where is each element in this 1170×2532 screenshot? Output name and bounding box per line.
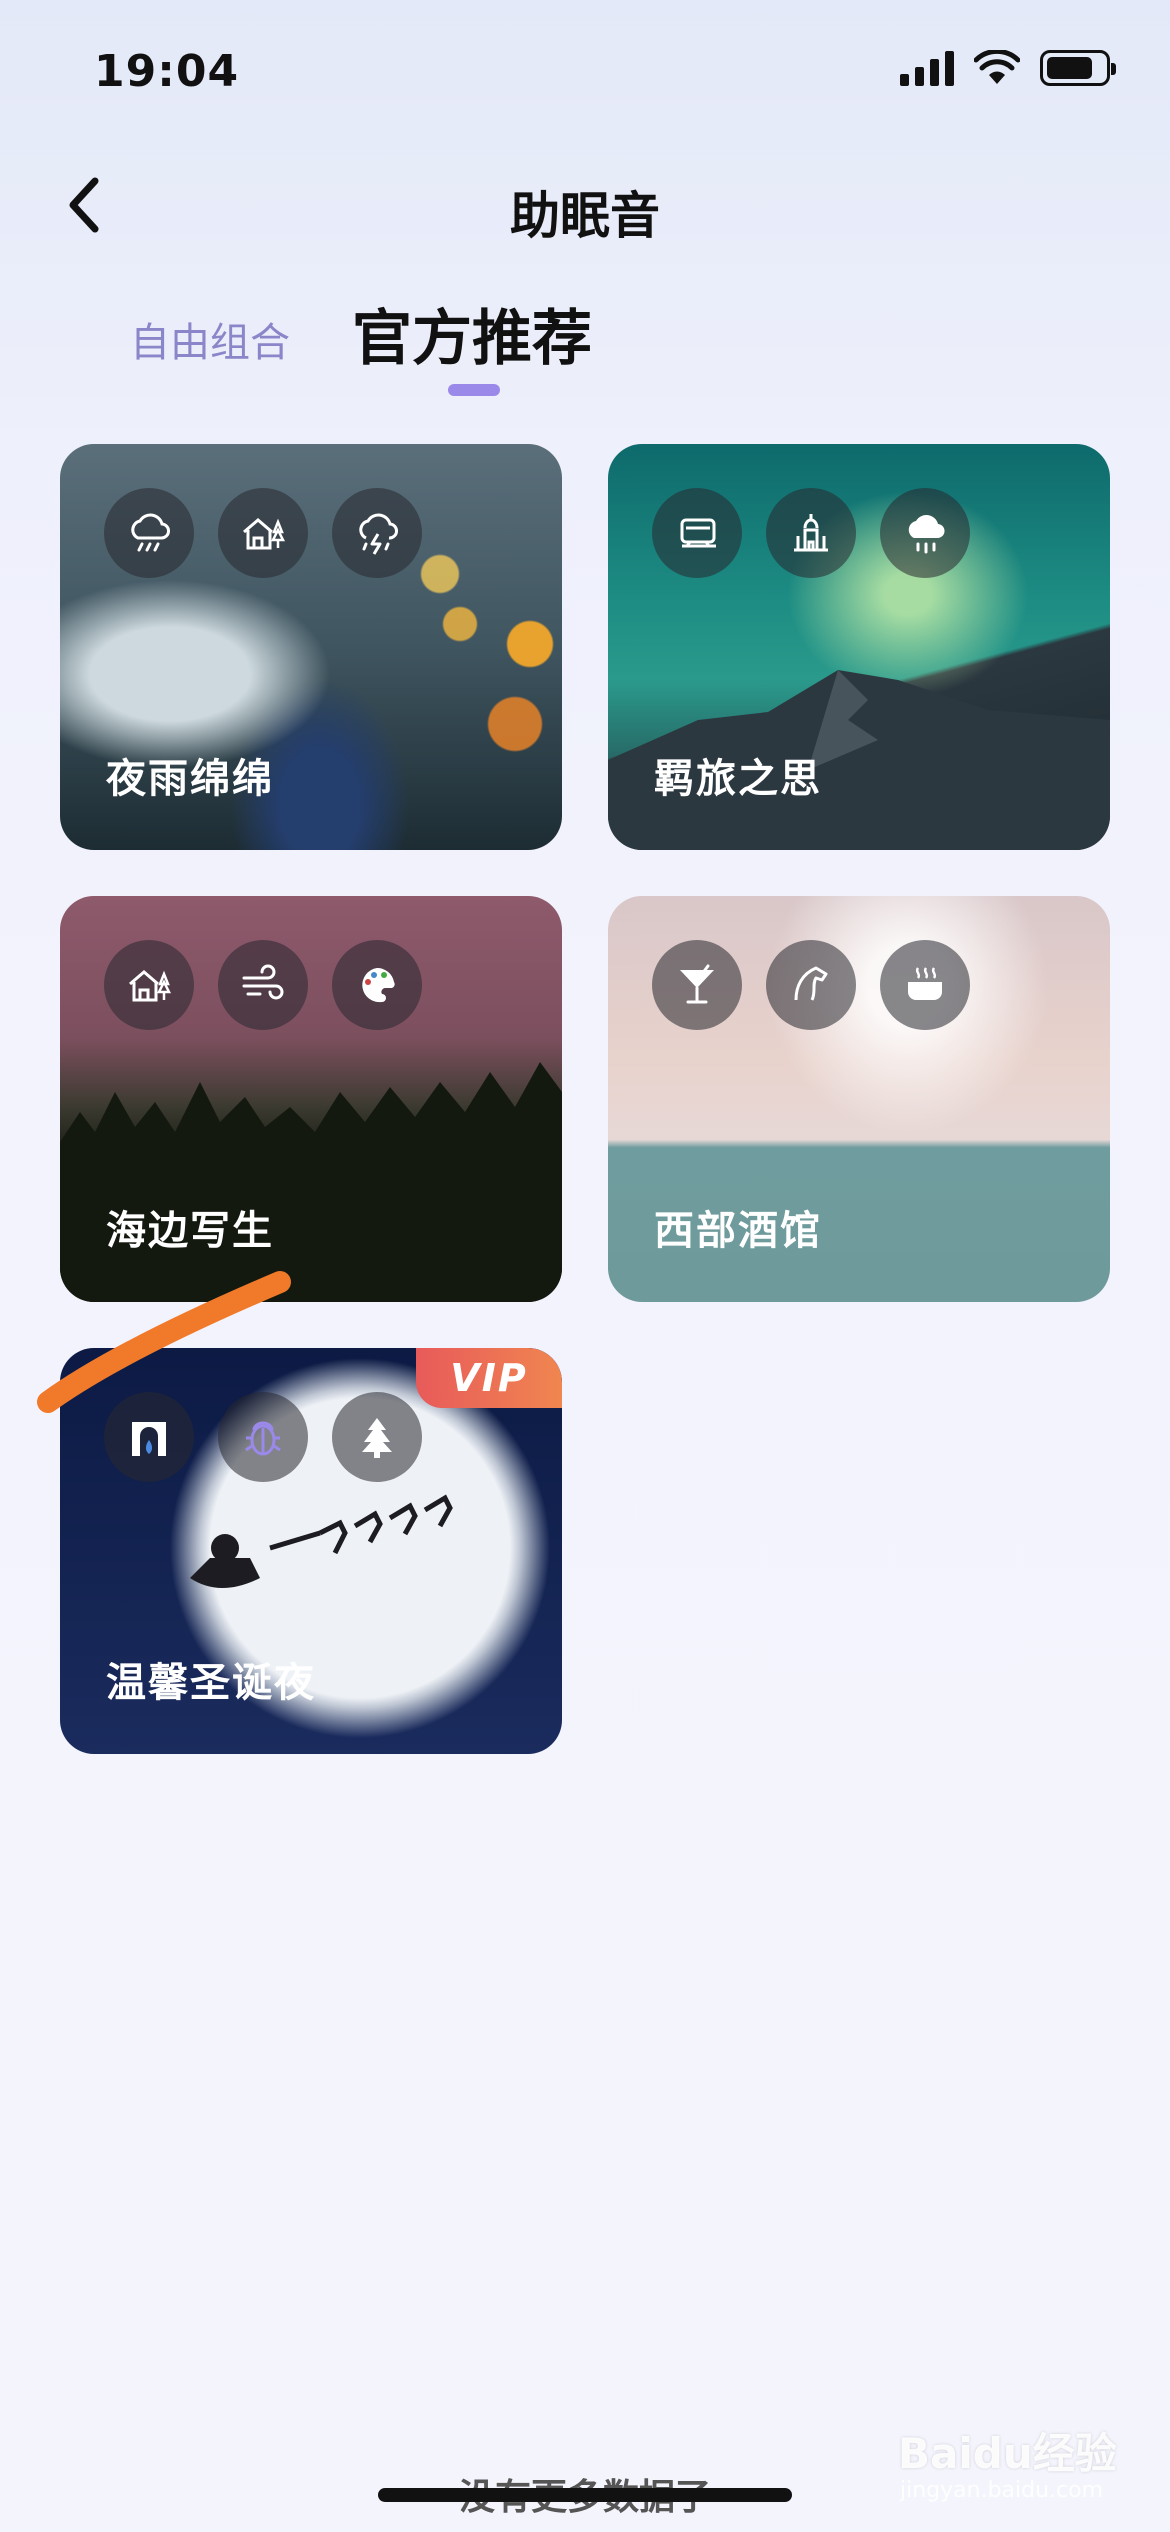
train-icon — [652, 488, 742, 578]
vip-badge: VIP — [416, 1348, 562, 1408]
wifi-icon — [974, 50, 1020, 84]
rain-cloud-icon — [104, 488, 194, 578]
cabin-icon — [218, 488, 308, 578]
santa-sleigh-illustration — [190, 1494, 453, 1588]
home-indicator[interactable] — [378, 2488, 792, 2502]
tab-bar: 自由组合 官方推荐 — [0, 290, 1170, 410]
page-title: 助眠音 — [510, 187, 660, 245]
wind-icon — [218, 940, 308, 1030]
castle-icon — [766, 488, 856, 578]
sound-card-western-saloon[interactable]: 西部酒馆 — [608, 896, 1110, 1302]
nav-bar: 助眠音 — [0, 160, 1170, 250]
battery-fill — [1047, 57, 1092, 79]
thunderstorm-icon — [332, 488, 422, 578]
tab-free-combination[interactable]: 自由组合 — [130, 310, 290, 368]
palette-icon — [332, 940, 422, 1030]
status-bar: 19:04 — [0, 0, 1170, 140]
baidu-watermark-url: jingyan.baidu.com — [900, 2478, 1104, 2503]
sound-card-seaside-sketch[interactable]: 海边写生 — [60, 896, 562, 1302]
sound-card-cozy-christmas-night[interactable]: VIP 温馨圣诞夜 — [60, 1348, 562, 1754]
card-icons — [652, 488, 970, 578]
horse-icon — [766, 940, 856, 1030]
sound-card-night-rain[interactable]: 夜雨绵绵 — [60, 444, 562, 850]
card-icons — [104, 940, 422, 1030]
forest-illustration — [60, 1062, 562, 1302]
fireplace-icon — [104, 1392, 194, 1482]
card-title: 夜雨绵绵 — [106, 756, 274, 802]
heavy-rain-icon — [880, 488, 970, 578]
pot-icon — [880, 940, 970, 1030]
cabin-icon — [104, 940, 194, 1030]
card-title: 海边写生 — [106, 1208, 274, 1254]
status-icons — [900, 50, 1116, 86]
bug-icon — [218, 1392, 308, 1482]
baidu-watermark: Baidu经验 — [898, 2429, 1117, 2478]
cellular-signal-icon — [900, 50, 954, 86]
cocktail-icon — [652, 940, 742, 1030]
card-icons — [104, 1392, 422, 1482]
status-time: 19:04 — [94, 46, 240, 97]
sound-card-travel-thoughts[interactable]: 羁旅之思 — [608, 444, 1110, 850]
card-icons — [652, 940, 970, 1030]
card-icons — [104, 488, 422, 578]
tab-official-recommendations[interactable]: 官方推荐 — [352, 290, 592, 377]
battery-icon — [1040, 50, 1116, 86]
card-title: 温馨圣诞夜 — [106, 1660, 316, 1706]
card-title: 羁旅之思 — [654, 756, 822, 802]
tab-active-indicator — [448, 384, 500, 396]
christmas-tree-icon — [332, 1392, 422, 1482]
card-title: 西部酒馆 — [654, 1208, 822, 1254]
